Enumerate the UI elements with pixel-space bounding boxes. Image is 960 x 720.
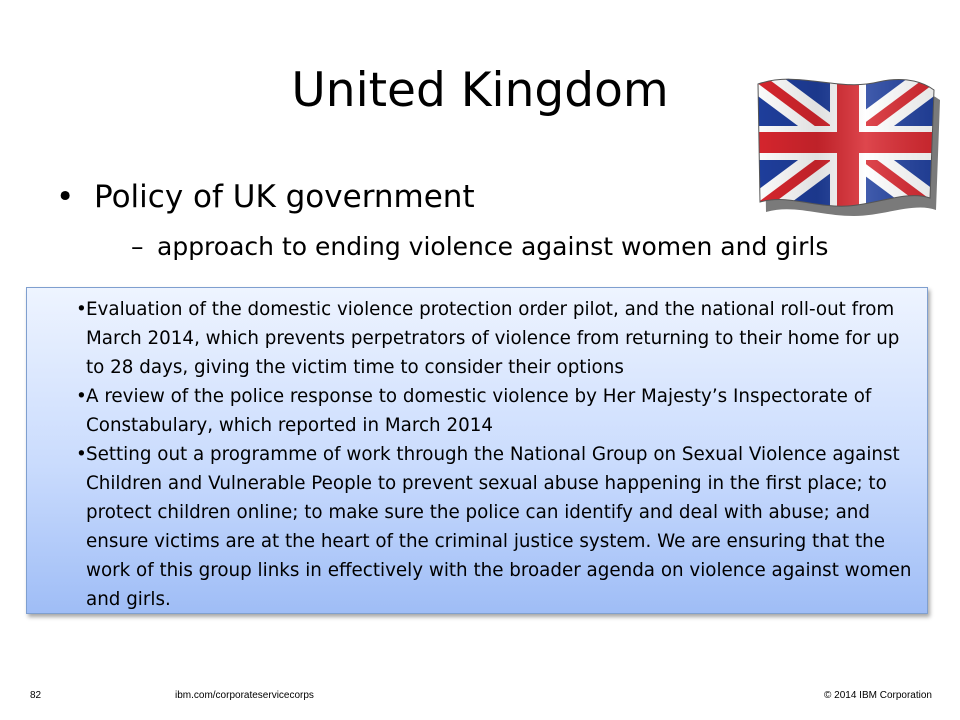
bullet-dot: • [56,179,75,215]
main-bullet-text: Policy of UK government [94,179,475,215]
bullet-dot: • [76,386,87,407]
page-number: 82 [30,690,42,701]
list-item: • Setting out a programme of work through… [76,440,919,614]
bullet-dot: • [76,299,87,320]
list-item: • A review of the police response to dome… [76,382,919,440]
footer-copyright: © 2014 IBM Corporation [824,690,932,701]
bullet-dash: – [131,232,144,261]
list-item-text: Setting out a programme of work through … [86,444,912,610]
footer-url: ibm.com/corporateservicecorps [175,690,314,701]
list-item-text: A review of the police response to domes… [86,386,872,436]
bullet-dot: • [76,444,87,465]
info-box: • Evaluation of the domestic violence pro… [26,287,928,614]
info-list: • Evaluation of the domestic violence pro… [27,288,927,614]
main-bullet: • Policy of UK government [56,176,475,218]
union-jack-flag-icon [757,78,940,216]
sub-bullet: – approach to ending violence against wom… [131,229,828,265]
list-item: • Evaluation of the domestic violence pro… [76,295,919,382]
list-item-text: Evaluation of the domestic violence prot… [86,299,900,378]
sub-bullet-text: approach to ending violence against wome… [157,232,829,261]
